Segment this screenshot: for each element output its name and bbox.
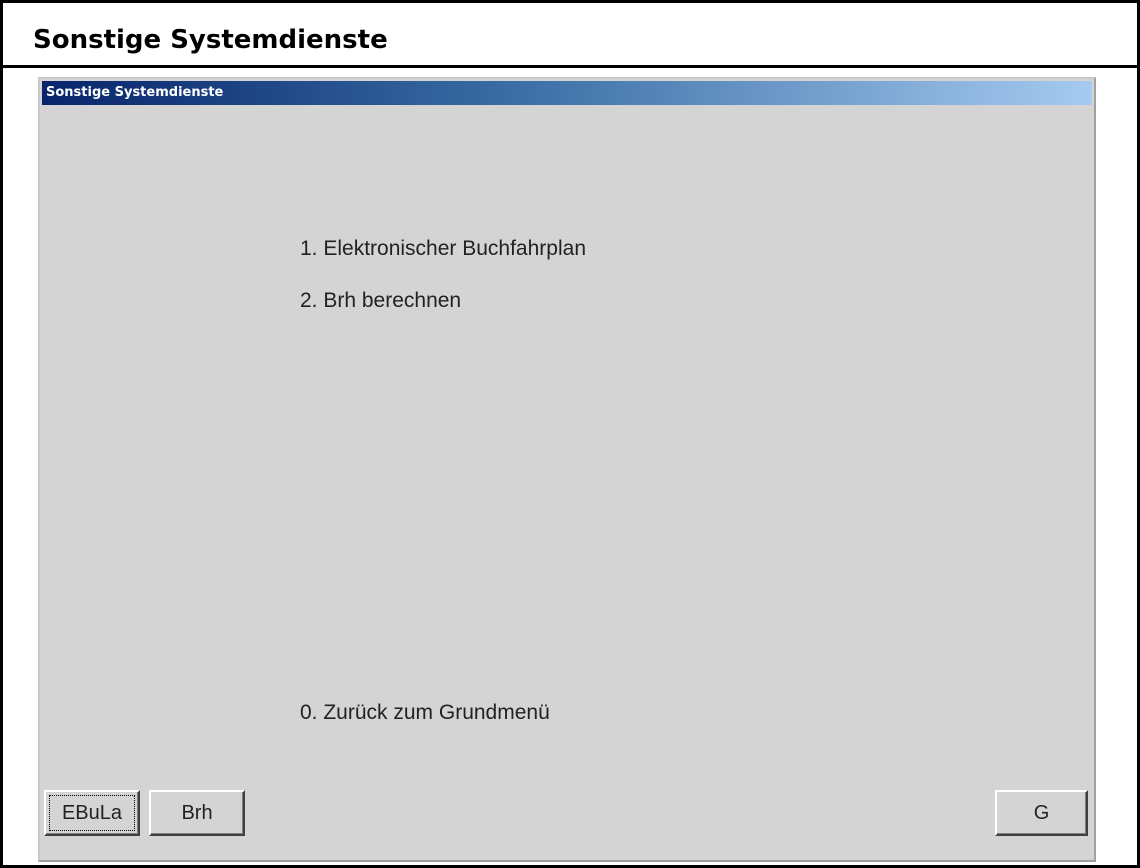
menu-item-back[interactable]: 0. Zurück zum Grundmenü xyxy=(300,701,550,725)
dialog-window: Sonstige Systemdienste 1. Elektronischer… xyxy=(38,77,1096,862)
window-titlebar: Sonstige Systemdienste xyxy=(42,81,1092,105)
menu-item-ebula[interactable]: 1. Elektronischer Buchfahrplan xyxy=(300,237,586,261)
brh-button[interactable]: Brh xyxy=(149,790,245,836)
window-title: Sonstige Systemdienste xyxy=(46,85,224,100)
ebula-button[interactable]: EBuLa xyxy=(44,790,140,836)
g-button[interactable]: G xyxy=(995,790,1088,836)
menu-item-brh[interactable]: 2. Brh berechnen xyxy=(300,289,461,313)
page-title: Sonstige Systemdienste xyxy=(33,25,388,55)
page-header: Sonstige Systemdienste xyxy=(3,3,1137,68)
